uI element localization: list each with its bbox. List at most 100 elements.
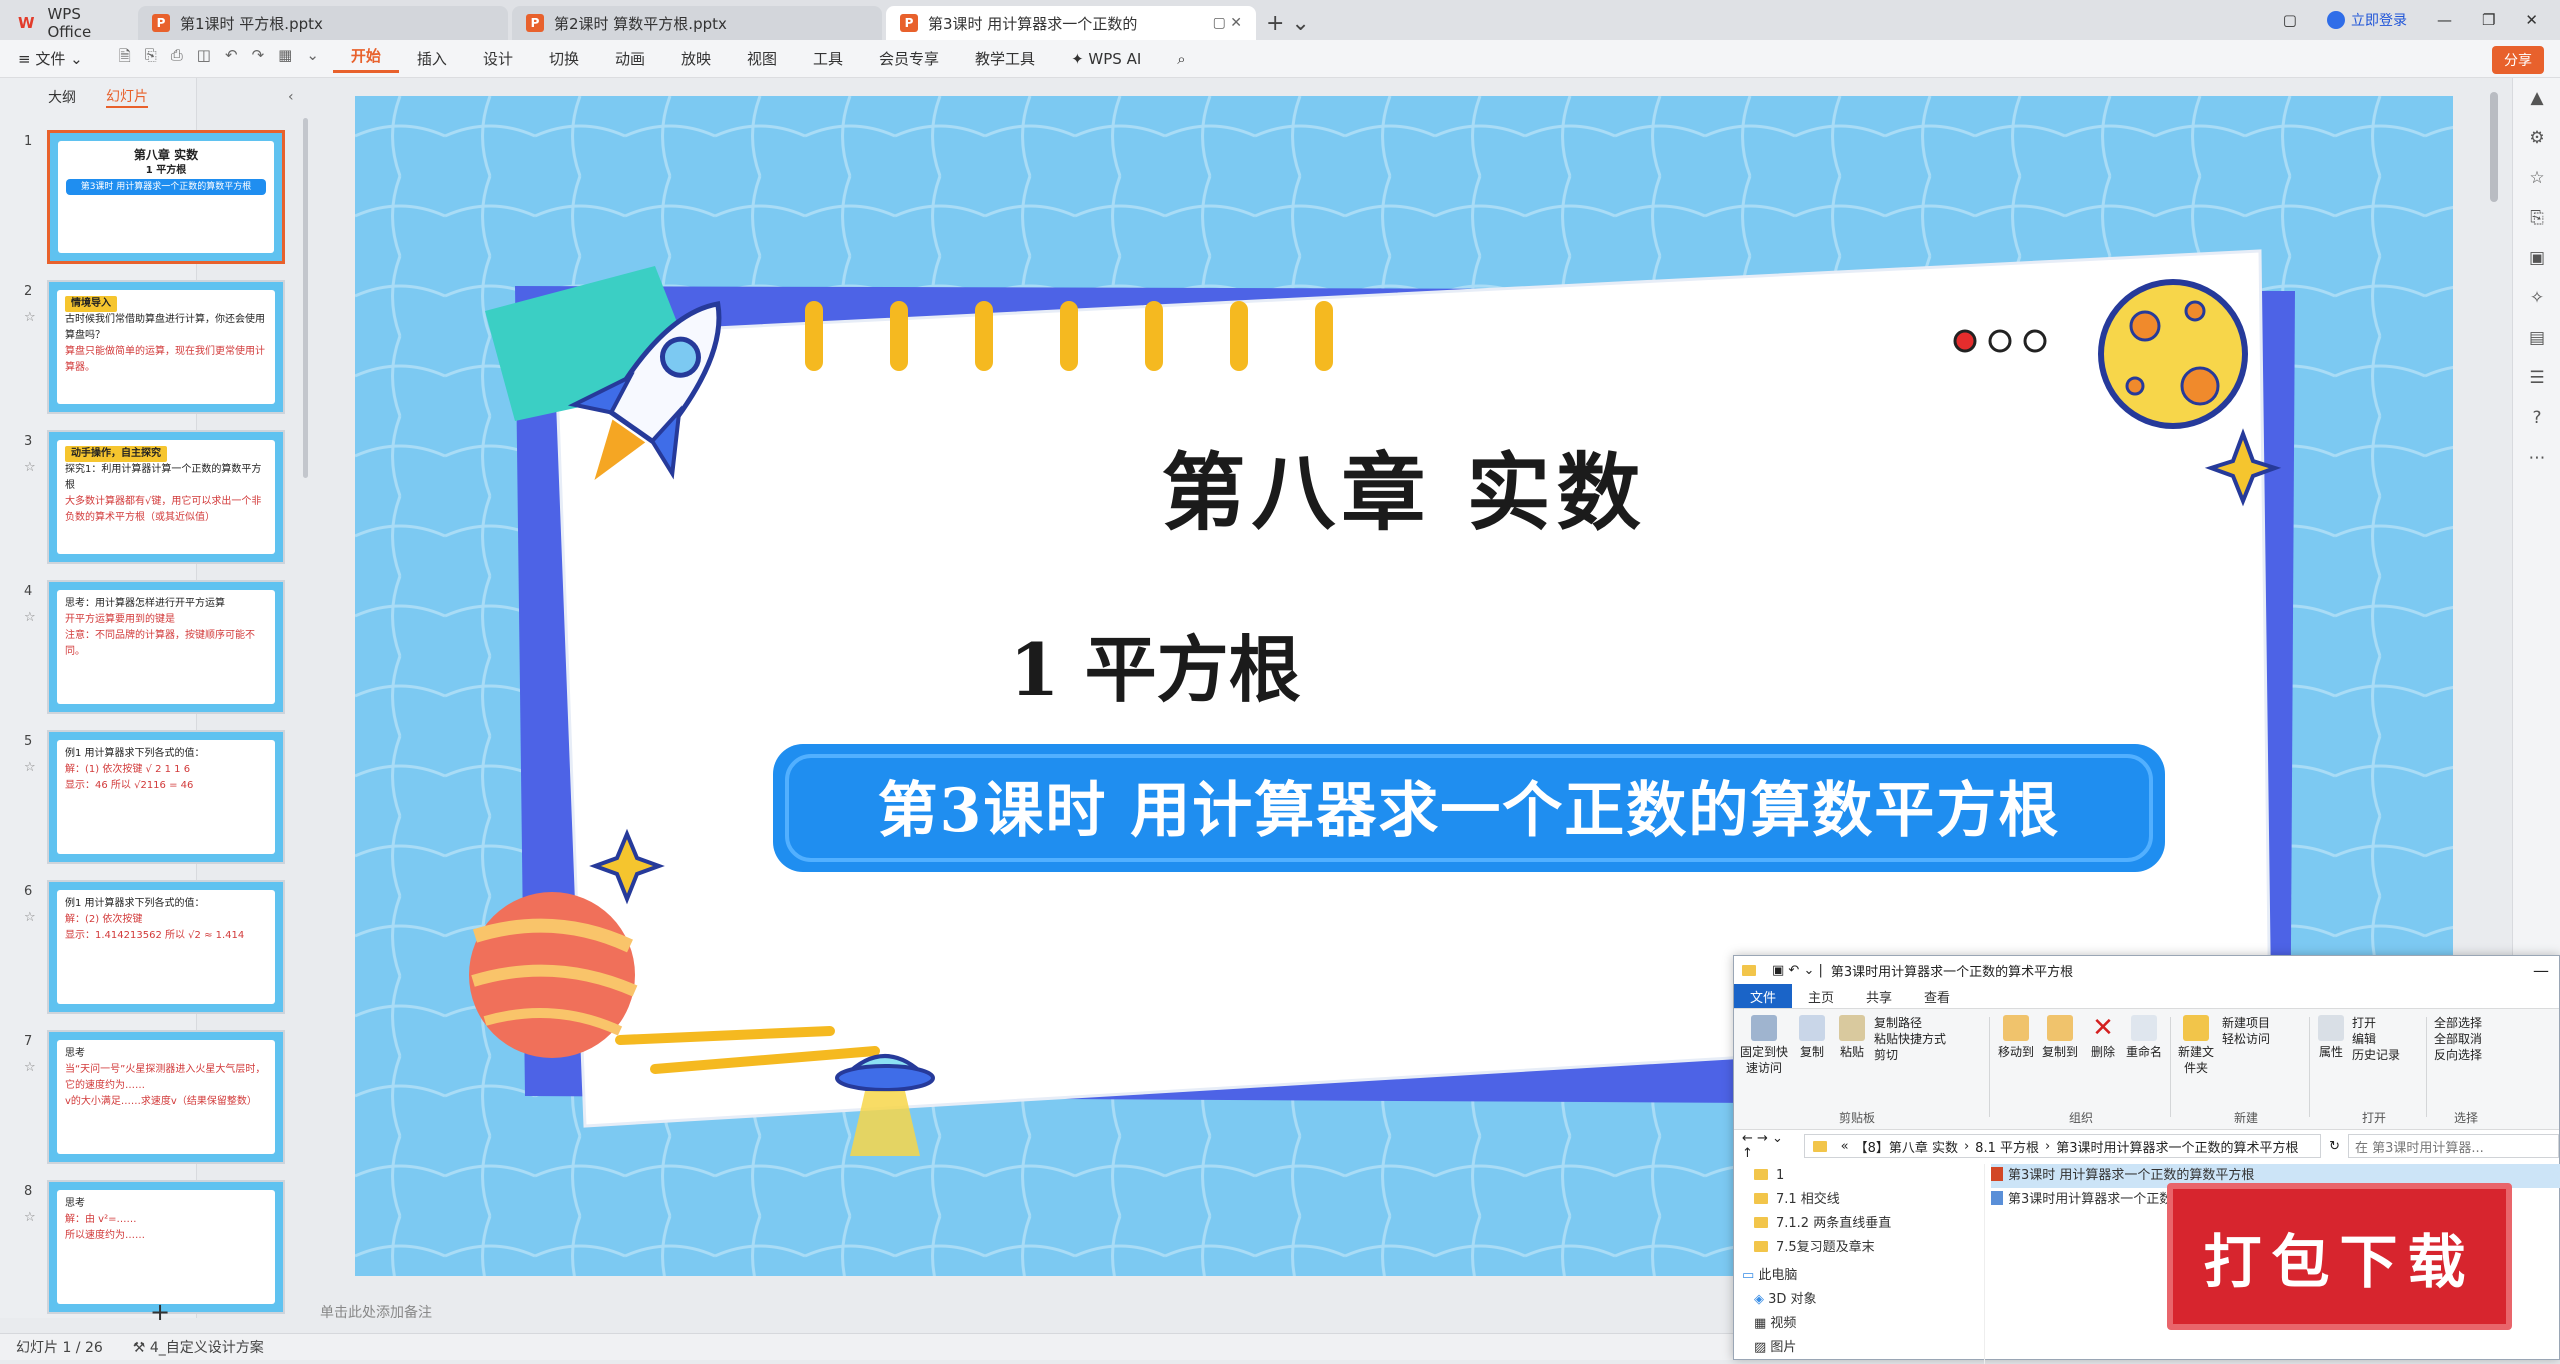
tree-item[interactable]: 1 [1754,1164,1974,1188]
format-icon[interactable]: ▦ [278,46,292,71]
up-arrow-icon[interactable]: ▲ [2513,78,2560,118]
menu-slideshow[interactable]: 放映 [663,48,729,69]
slide-thumbnail-row[interactable]: 1 第八章 实数 1 平方根 第3课时 用计算器求一个正数的算数平方根 [0,130,285,268]
slide-thumbnail-row[interactable]: 7 ☆ 思考 当“天问一号”火星探测器进入火星大气层时，它的速度约为…… v的大小满足…… [0,1030,285,1168]
tab-lesson2[interactable]: P 第2课时 算数平方根.pptx [512,6,882,40]
doc-icon[interactable]: ▤ [2513,318,2560,358]
cut-button[interactable]: 剪切 [1874,1047,1984,1063]
invert-selection-button[interactable]: 反向选择 [2434,1047,2514,1063]
path-segment[interactable]: 第3课时用计算器求一个正数的算术平方根 [2056,1137,2298,1156]
slide-thumbnail-row[interactable]: 3 ☆ 动手操作，自主探究 探究1：利用计算器计算一个正数的算数平方根 大多数计算器都有… [0,430,285,568]
tree-item[interactable]: ◈ 3D 对象 [1754,1288,1974,1312]
star-icon[interactable]: ☆ [2513,158,2560,198]
star-icon[interactable]: ☆ [24,1060,36,1075]
download-banner[interactable]: 打包下载 [2167,1183,2512,1330]
slide-thumbnail-row[interactable]: 4 ☆ 思考：用计算器怎样进行开平方运算 开平方运算要用到的键是 注意：不同品牌的计算器… [0,580,285,718]
redo-icon[interactable]: ↷ [252,46,265,71]
star-icon[interactable]: ☆ [24,310,36,325]
menu-teaching[interactable]: 教学工具 [957,48,1053,69]
more-icon[interactable]: ⋯ [2513,438,2560,478]
path-segment[interactable]: 【8】第八章 实数 [1855,1137,1958,1156]
minimize-icon[interactable]: — [2533,961,2559,980]
close-tab-icon[interactable]: ▢ ✕ [1213,15,1242,31]
add-slide-button[interactable]: + [150,1298,170,1326]
refresh-icon[interactable]: ↻ [2329,1139,2340,1154]
quick-access-icons[interactable]: ▣ ↶ ⌄ | [1772,963,1823,978]
panel-scrollbar[interactable] [303,118,308,478]
explorer-tab-home[interactable]: 主页 [1792,984,1850,1008]
tree-item[interactable]: 7.5复习题及章末 [1754,1236,1974,1260]
edit-button[interactable]: 编辑 [2352,1031,2422,1047]
tab-lesson1[interactable]: P 第1课时 平方根.pptx [138,6,508,40]
undo-icon[interactable]: ↶ [225,46,238,71]
tab-slides[interactable]: 幻灯片 [106,86,148,108]
menu-home[interactable]: 开始 [332,45,399,73]
star-icon[interactable]: ☆ [24,460,36,475]
slide-thumbnail[interactable]: 情境导入 古时候我们常借助算盘进行计算，你还会使用算盘吗？ 算盘只能做简单的运算，现… [47,280,285,414]
slide-thumbnail[interactable]: 例1 用计算器求下列各式的值： 解：(1) 依次按键 √ 2 1 1 6 显示：46… [47,730,285,864]
collapse-panel-icon[interactable]: ‹ [288,89,294,105]
new-item-button[interactable]: 新建项目 [2222,1015,2302,1031]
star-icon[interactable]: ☆ [24,760,36,775]
list-icon[interactable]: ☰ [2513,358,2560,398]
menu-tools[interactable]: 工具 [795,48,861,69]
copy-button[interactable]: 复制 [1794,1015,1830,1060]
paste-button[interactable]: 粘贴 [1834,1015,1870,1060]
new-tab-button[interactable]: + ⌄ [1266,6,1310,40]
menu-design[interactable]: 设计 [465,48,531,69]
image-icon[interactable]: ▣ [2513,238,2560,278]
design-name[interactable]: ⚒ 4_自定义设计方案 [133,1337,264,1357]
explorer-tab-share[interactable]: 共享 [1850,984,1908,1008]
copy-to-button[interactable]: 复制到 [2040,1015,2080,1060]
tab-outline[interactable]: 大纲 [48,87,76,107]
preview-icon[interactable]: ◫ [197,46,211,71]
tab-lesson3[interactable]: P 第3课时 用计算器求一个正数的 ▢ ✕ [886,6,1256,40]
copy-path-button[interactable]: 复制路径 [1874,1015,1984,1031]
menu-member[interactable]: 会员专享 [861,48,957,69]
share-button[interactable]: 分享 [2492,46,2544,74]
copy-icon[interactable]: ⎘ [2513,198,2560,238]
wps-ai-button[interactable]: ✦ WPS AI [1053,50,1159,68]
slide-thumbnail[interactable]: 思考 解：由 v²=…… 所以速度约为…… [47,1180,285,1314]
tree-item[interactable]: ▦ 视频 [1754,1312,1974,1336]
address-bar[interactable]: « 【8】第八章 实数 › 8.1 平方根 › 第3课时用计算器求一个正数的算术… [1803,1134,2322,1158]
tree-item[interactable]: 7.1 相交线 [1754,1188,1974,1212]
restore-icon[interactable]: ❐ [2482,11,2495,29]
explorer-tab-file[interactable]: 文件 [1734,984,1793,1008]
menu-animation[interactable]: 动画 [597,48,663,69]
help-icon[interactable]: ? [2513,398,2560,438]
menu-insert[interactable]: 插入 [399,48,465,69]
star-icon[interactable]: ☆ [24,910,36,925]
slide-thumbnail-row[interactable]: 5 ☆ 例1 用计算器求下列各式的值： 解：(1) 依次按键 √ 2 1 1 6 显示：… [0,730,285,868]
star-icon[interactable]: ☆ [24,610,36,625]
file-menu[interactable]: ≡ 文件 ⌄ [0,48,101,69]
stage-scrollbar[interactable] [2490,92,2498,202]
more-icon[interactable]: ⌄ [306,46,319,71]
layout-icon[interactable]: ▢ [2283,11,2297,29]
move-to-button[interactable]: 移动到 [1996,1015,2036,1060]
paste-shortcut-button[interactable]: 粘贴快捷方式 [1874,1031,1984,1047]
slide-thumbnail-row[interactable]: 2 ☆ 情境导入 古时候我们常借助算盘进行计算，你还会使用算盘吗？ 算盘只能做简单的运算… [0,280,285,418]
open-button[interactable]: 打开 [2352,1015,2422,1031]
nav-arrows-icon[interactable]: ← → ⌄ ↑ [1742,1131,1796,1161]
path-segment[interactable]: « [1841,1139,1849,1154]
slide-thumbnail-row[interactable]: 6 ☆ 例1 用计算器求下列各式的值： 解：(2) 依次按键 显示：1.41421356… [0,880,285,1018]
slide-thumbnail[interactable]: 思考：用计算器怎样进行开平方运算 开平方运算要用到的键是 注意：不同品牌的计算器，按… [47,580,285,714]
star-icon[interactable]: ☆ [24,1210,36,1225]
slide-thumbnail[interactable]: 第八章 实数 1 平方根 第3课时 用计算器求一个正数的算数平方根 [47,130,285,264]
easy-access-button[interactable]: 轻松访问 [2222,1031,2302,1047]
search-icon[interactable]: ⌕ [1159,50,1203,68]
save-icon[interactable]: 🗎 [119,46,131,71]
properties-button[interactable]: 属性 [2314,1015,2348,1060]
menu-transition[interactable]: 切换 [531,48,597,69]
select-all-button[interactable]: 全部选择 [2434,1015,2514,1031]
history-button[interactable]: 历史记录 [2352,1047,2422,1063]
tab-wps-home[interactable]: W WPS Office [4,5,134,41]
magic-icon[interactable]: ✧ [2513,278,2560,318]
select-none-button[interactable]: 全部取消 [2434,1031,2514,1047]
explorer-tab-view[interactable]: 查看 [1908,984,1966,1008]
slide-thumbnail[interactable]: 动手操作，自主探究 探究1：利用计算器计算一个正数的算数平方根 大多数计算器都有√键… [47,430,285,564]
new-folder-button[interactable]: 新建文件夹 [2176,1015,2216,1076]
tree-item[interactable]: 7.1.2 两条直线垂直 [1754,1212,1974,1236]
slide-thumbnail[interactable]: 例1 用计算器求下列各式的值： 解：(2) 依次按键 显示：1.414213562 … [47,880,285,1014]
